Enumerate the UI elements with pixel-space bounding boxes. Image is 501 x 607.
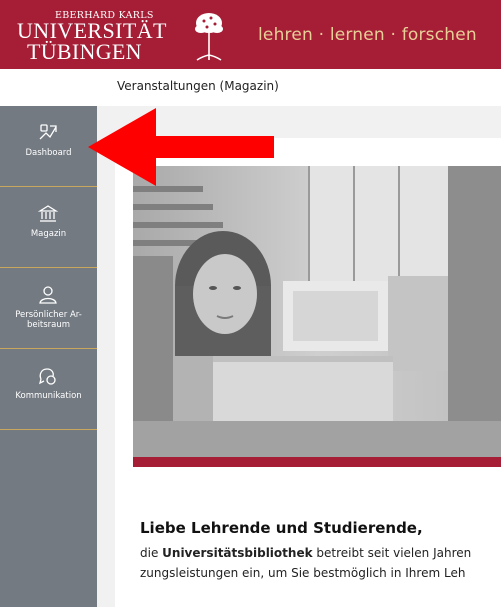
dashboard-icon bbox=[39, 124, 57, 140]
sidebar-item-label-line2: beitsraum bbox=[26, 320, 71, 330]
sidebar-item-label: Persönlicher Ar- beitsraum bbox=[0, 310, 97, 330]
sidebar-item-label: Dashboard bbox=[25, 148, 72, 158]
intro-paragraph: die Universitätsbibliothek betreibt seit… bbox=[140, 543, 471, 583]
sidebar-item-label: Magazin bbox=[30, 229, 67, 239]
user-icon bbox=[39, 286, 57, 304]
site-tagline: lehren · lernen · forschen bbox=[258, 25, 477, 45]
bank-icon bbox=[37, 205, 59, 222]
hero-image bbox=[133, 166, 501, 457]
intro-text: die bbox=[140, 546, 163, 560]
logo-line-tuebingen: TÜBINGEN bbox=[27, 39, 142, 64]
hero-accent-bar bbox=[133, 457, 501, 467]
university-logo[interactable]: EBERHARD KARLS UNIVERSITÄT TÜBINGEN bbox=[17, 10, 177, 66]
intro-bold-text: Universitätsbibliothek bbox=[162, 546, 313, 560]
intro-line-2: zungsleistungen ein, um Sie bestmöglich … bbox=[140, 566, 466, 580]
chat-icon bbox=[39, 368, 56, 385]
content-card: Liebe Lehrende und Studierende, die Univ… bbox=[115, 138, 501, 607]
palm-tree-emblem-icon bbox=[195, 13, 223, 61]
sidebar-item-label-line1: Persönlicher Ar- bbox=[15, 310, 82, 320]
main-sidebar: Dashboard Magazin Persönlicher Ar- beits… bbox=[0, 106, 97, 607]
sidebar-item-label: Kommunikation bbox=[15, 391, 82, 401]
red-arrow-annotation bbox=[88, 108, 274, 186]
site-header: EBERHARD KARLS UNIVERSITÄT TÜBINGEN lehr… bbox=[0, 0, 501, 69]
sidebar-item-kommunikation[interactable]: Kommunikation bbox=[0, 349, 97, 430]
intro-text: betreibt seit vielen Jahren bbox=[312, 546, 472, 560]
sidebar-item-magazin[interactable]: Magazin bbox=[0, 187, 97, 268]
breadcrumb-current[interactable]: Veranstaltungen (Magazin) bbox=[117, 79, 279, 93]
sidebar-item-dashboard[interactable]: Dashboard bbox=[0, 106, 97, 187]
intro-line-1: die Universitätsbibliothek betreibt seit… bbox=[140, 543, 471, 563]
breadcrumb: Veranstaltungen (Magazin) bbox=[0, 69, 501, 107]
sidebar-item-persoenlicher-arbeitsraum[interactable]: Persönlicher Ar- beitsraum bbox=[0, 268, 97, 349]
welcome-heading: Liebe Lehrende und Studierende, bbox=[140, 519, 423, 537]
